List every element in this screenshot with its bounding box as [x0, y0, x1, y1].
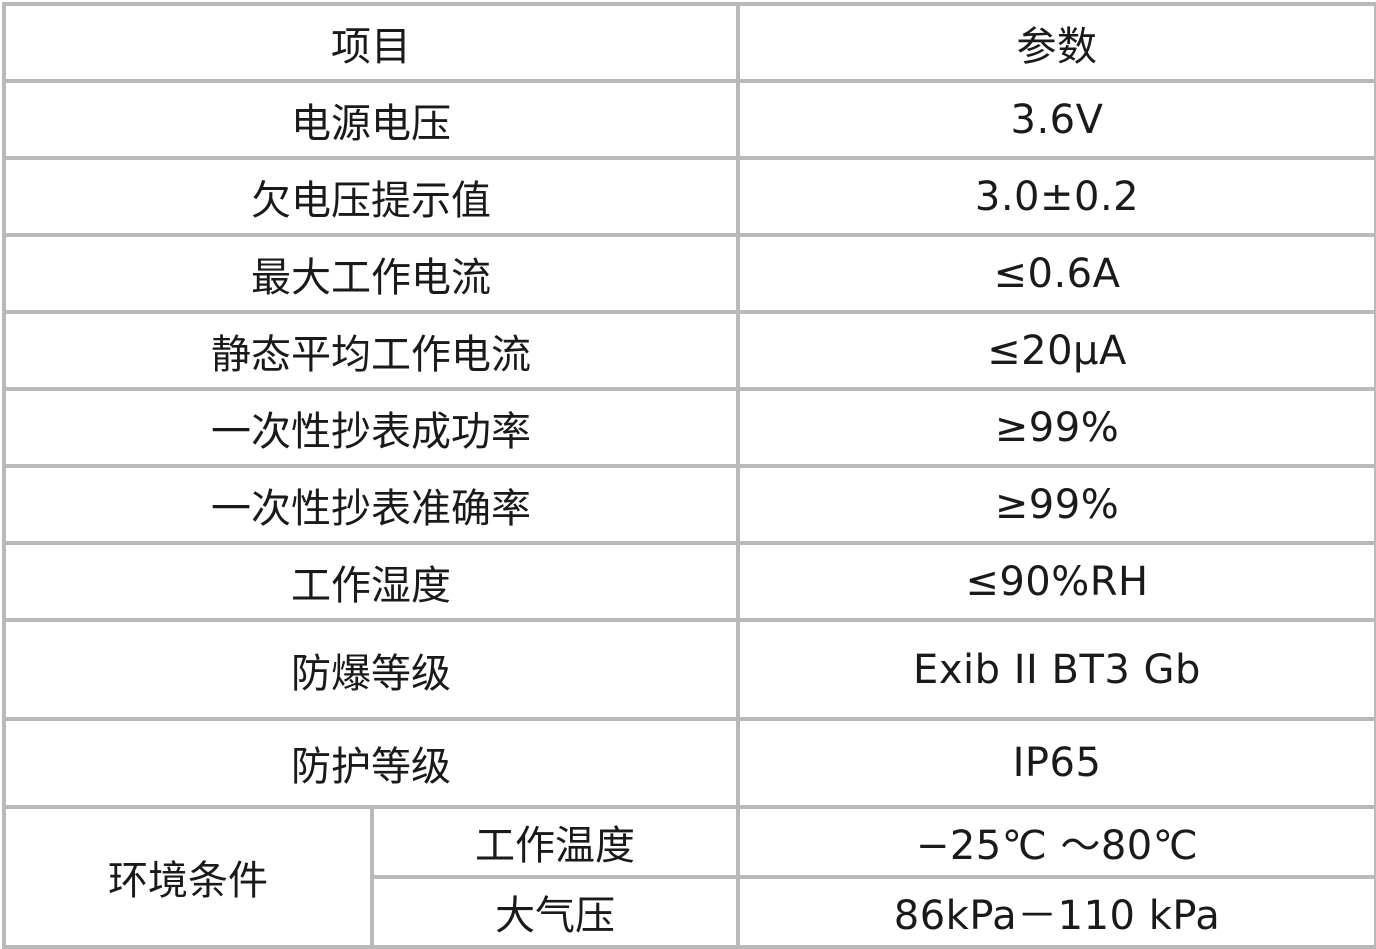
value-cell: Exib II BT3 Gb [736, 618, 1376, 721]
item-cell: 欠电压提示值 [2, 156, 740, 237]
item-cell: 最大工作电流 [2, 233, 740, 314]
table-row: 最大工作电流 ≤0.6A [2, 233, 1376, 314]
value-cell: ≥99% [736, 387, 1376, 468]
item-cell: 一次性抄表成功率 [2, 387, 740, 468]
value-cell: IP65 [736, 717, 1376, 809]
value-cell: 3.6V [736, 79, 1376, 160]
value-cell: ≤20μA [736, 310, 1376, 391]
value-cell: 86kPa－110 kPa [736, 875, 1376, 949]
environment-group-cell: 环境条件 [2, 805, 374, 949]
table-row: 一次性抄表成功率 ≥99% [2, 387, 1376, 468]
table-row: 欠电压提示值 3.0±0.2 [2, 156, 1376, 237]
value-cell: 3.0±0.2 [736, 156, 1376, 237]
table-row: 静态平均工作电流 ≤20μA [2, 310, 1376, 391]
table-row: 防爆等级 Exib II BT3 Gb [2, 618, 1376, 721]
spec-table: 项目 参数 电源电压 3.6V 欠电压提示值 3.0±0.2 最大工作电流 ≤0… [2, 2, 1376, 949]
value-cell: ≤0.6A [736, 233, 1376, 314]
sub-item-cell: 大气压 [370, 875, 740, 949]
item-cell: 防护等级 [2, 717, 740, 809]
item-cell: 电源电压 [2, 79, 740, 160]
item-cell: 一次性抄表准确率 [2, 464, 740, 545]
value-cell: ≥99% [736, 464, 1376, 545]
table-row: 电源电压 3.6V [2, 79, 1376, 160]
table-row: 工作湿度 ≤90%RH [2, 541, 1376, 622]
value-cell: −25℃ ～80℃ [736, 805, 1376, 879]
table-row: 环境条件 工作温度 −25℃ ～80℃ [2, 805, 1376, 949]
table-row: 防护等级 IP65 [2, 717, 1376, 809]
header-param: 参数 [736, 2, 1376, 83]
item-cell: 静态平均工作电流 [2, 310, 740, 391]
item-cell: 防爆等级 [2, 618, 740, 721]
header-item: 项目 [2, 2, 740, 83]
table-row: 一次性抄表准确率 ≥99% [2, 464, 1376, 545]
item-cell: 工作湿度 [2, 541, 740, 622]
sub-item-cell: 工作温度 [370, 805, 740, 879]
table-header-row: 项目 参数 [2, 2, 1376, 83]
value-cell: ≤90%RH [736, 541, 1376, 622]
